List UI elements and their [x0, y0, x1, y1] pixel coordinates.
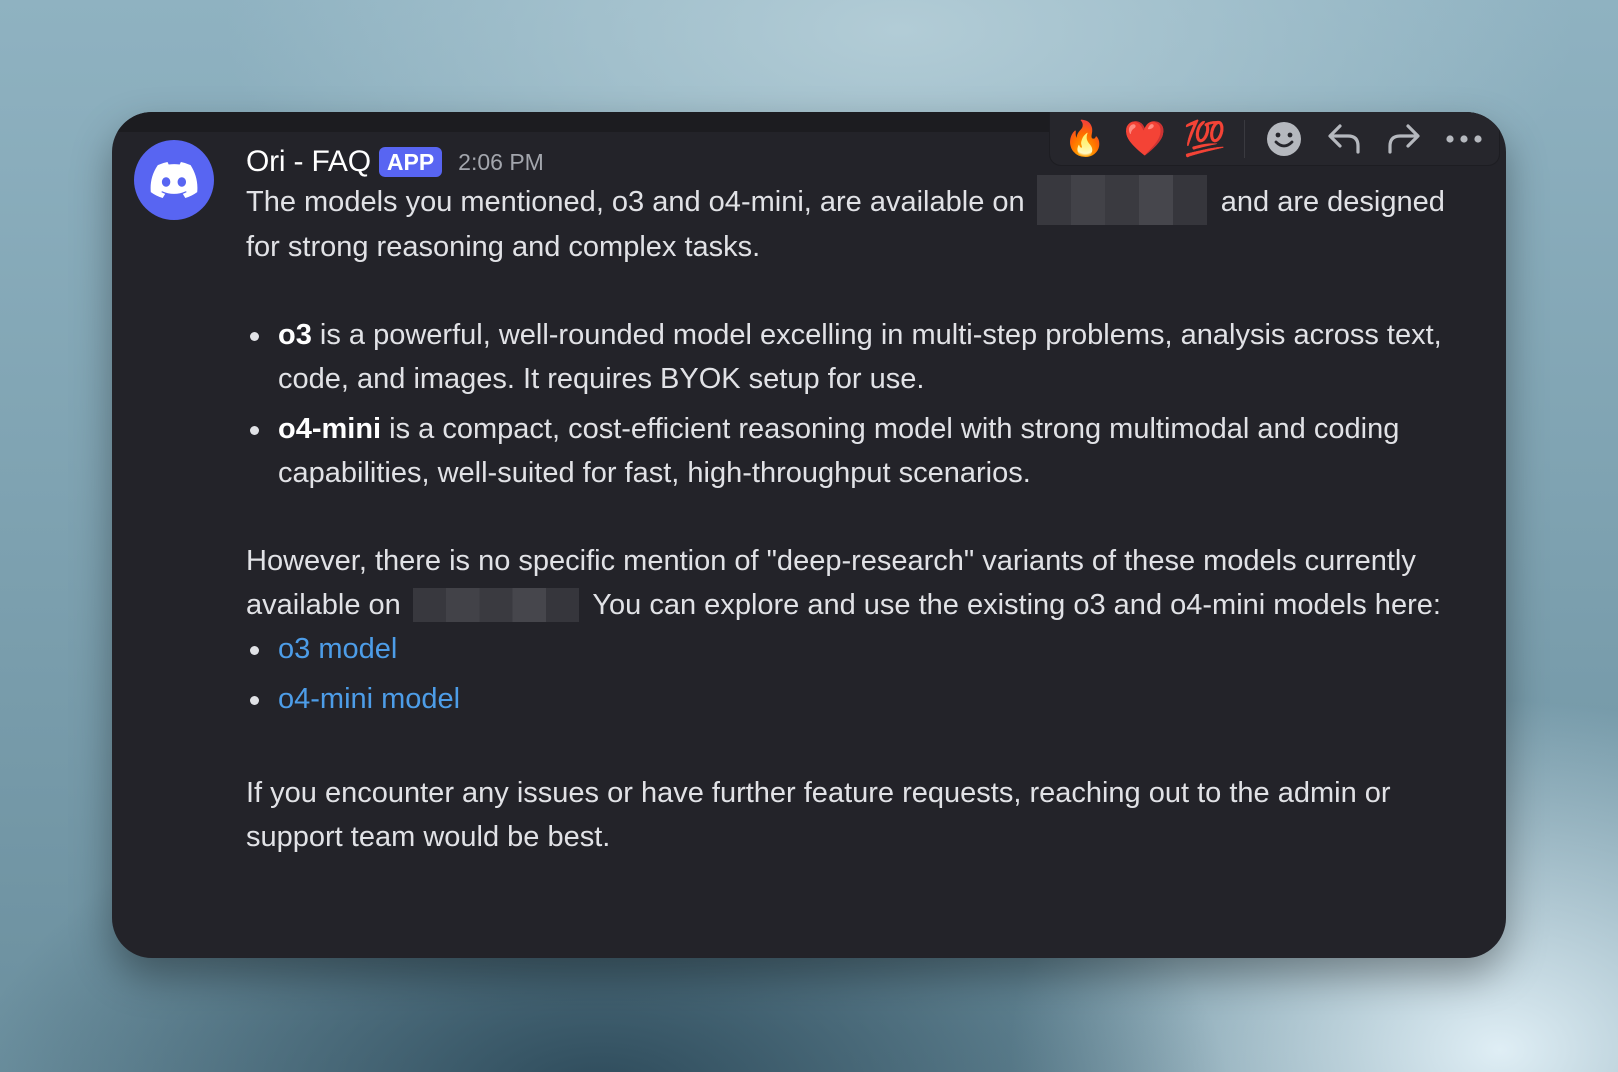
heart-reaction-icon[interactable]: ❤️ [1124, 118, 1166, 160]
fire-reaction-icon[interactable]: 🔥 [1064, 118, 1106, 160]
however-text-end: You can explore and use the existing o3 … [584, 589, 1441, 622]
redacted-block [1036, 175, 1207, 226]
o3-model-link[interactable]: o3 model [278, 633, 397, 665]
bullet-text: is a compact, cost-efficient reasoning m… [278, 413, 1400, 490]
list-item: o4-mini model [246, 677, 1486, 721]
redacted-block [412, 587, 579, 622]
however-paragraph: However, there is no specific mention of… [246, 539, 1486, 627]
list-item: o4-mini is a compact, cost-efficient rea… [246, 407, 1486, 495]
timestamp[interactable]: 2:06 PM [458, 149, 544, 176]
list-item: o3 model [246, 627, 1486, 671]
forward-icon[interactable] [1383, 118, 1425, 160]
bullet-term: o3 [278, 319, 312, 352]
list-item: o3 is a powerful, well-rounded model exc… [246, 313, 1486, 401]
author-name[interactable]: Ori - FAQ [246, 145, 371, 179]
reply-icon[interactable] [1323, 118, 1365, 160]
closing-paragraph: If you encounter any issues or have furt… [246, 777, 1391, 854]
model-bullet-list: o3 is a powerful, well-rounded model exc… [246, 313, 1486, 495]
avatar[interactable] [134, 140, 214, 220]
discord-logo-icon [150, 162, 198, 198]
message-header: Ori - FAQ APP 2:06 PM [246, 140, 544, 184]
bullet-text: is a powerful, well-rounded model excell… [278, 319, 1442, 396]
o4-mini-model-link[interactable]: o4-mini model [278, 683, 460, 715]
hundred-reaction-icon[interactable]: 💯 [1184, 118, 1226, 160]
add-reaction-icon[interactable] [1263, 118, 1305, 160]
intro-text-start: The models you mentioned, o3 and o4-mini… [246, 186, 1033, 218]
message-actions-toolbar: 🔥 ❤️ 💯 [1049, 112, 1500, 166]
intro-paragraph: The models you mentioned, o3 and o4-mini… [246, 175, 1486, 269]
toolbar-divider [1244, 119, 1245, 158]
message-card: Ori - FAQ APP 2:06 PM 🔥 ❤️ 💯 The models … [112, 112, 1506, 958]
more-icon[interactable] [1443, 118, 1485, 160]
model-link-list: o3 model o4-mini model [246, 627, 1486, 721]
app-badge: APP [378, 147, 443, 177]
bullet-term: o4-mini [278, 413, 382, 446]
message-body: The models you mentioned, o3 and o4-mini… [246, 175, 1486, 859]
